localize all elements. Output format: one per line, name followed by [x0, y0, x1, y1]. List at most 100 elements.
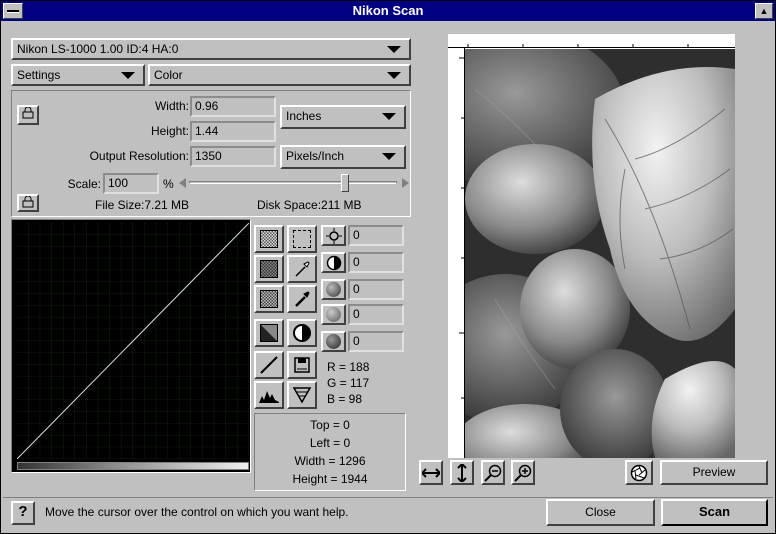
linear-curve-button[interactable] [254, 351, 284, 379]
scale-field[interactable]: 100 [103, 173, 159, 194]
aperture-button[interactable] [625, 460, 653, 485]
blue-readout: B = 98 [327, 392, 363, 406]
output-resolution-label: Output Resolution: [89, 149, 189, 163]
resolution-unit-dropdown[interactable]: Pixels/Inch [280, 145, 406, 169]
curve-panel [11, 219, 251, 473]
color-mode-label: Color [154, 68, 183, 82]
scan-button[interactable]: Scan [661, 499, 768, 526]
resolution-field[interactable]: 1350 [190, 146, 276, 167]
contrast-adjust-button[interactable] [321, 252, 346, 273]
green-readout: G = 117 [327, 376, 370, 390]
zoom-out-button[interactable] [481, 460, 505, 485]
zoom-in-button[interactable] [511, 460, 535, 485]
height-label: Height: [150, 124, 189, 138]
chevron-down-icon [382, 113, 396, 120]
blue-curve-button[interactable] [254, 319, 284, 347]
status-text: Move the cursor over the control on whic… [45, 505, 349, 519]
width-label: Width: [154, 99, 189, 113]
vertical-arrow-icon [457, 463, 467, 482]
crop-top-text: Top = 0 [310, 418, 350, 432]
slider-right-arrow[interactable] [402, 178, 409, 188]
settings-label: Settings [17, 68, 61, 82]
aperture-icon [630, 464, 648, 481]
brightness-value[interactable]: 0 [348, 225, 404, 246]
contrast-value[interactable]: 0 [348, 252, 404, 273]
slider-track [189, 181, 397, 184]
file-size-text: File Size:7.21 MB [95, 198, 190, 212]
resolution-unit-label: Pixels/Inch [286, 149, 345, 163]
funnel-icon [292, 387, 312, 404]
chevron-down-icon [387, 72, 401, 79]
brightness-icon [325, 227, 342, 244]
blue-value[interactable]: 0 [348, 331, 404, 352]
marquee-icon [293, 230, 311, 248]
green-curve-button[interactable] [254, 285, 284, 313]
texture-icon [260, 290, 278, 308]
help-button[interactable]: ? [11, 501, 35, 525]
settings-dropdown[interactable]: Settings [11, 64, 145, 86]
master-curve-button[interactable] [254, 225, 284, 253]
eyedropper-icon [295, 261, 310, 277]
percent-label: % [163, 177, 174, 191]
fit-height-button[interactable] [450, 460, 474, 485]
title-bar: Nikon Scan ▲ [1, 1, 775, 21]
fit-width-button[interactable] [419, 460, 443, 485]
ruler-ticks [459, 57, 465, 399]
close-button[interactable]: Close [546, 499, 655, 526]
scanned-image[interactable] [465, 49, 735, 458]
black-point-eyedropper[interactable] [287, 285, 317, 313]
save-curve-button[interactable] [287, 351, 317, 379]
color-mode-dropdown[interactable]: Color [148, 64, 411, 86]
unit-label: Inches [286, 109, 322, 123]
red-value[interactable]: 0 [348, 279, 404, 300]
crop-info-panel: Top = 0 Left = 0 Width = 1296 Height = 1… [254, 413, 406, 491]
tone-curve-graph[interactable] [17, 223, 249, 459]
sphere-icon [326, 334, 341, 349]
slider-left-arrow[interactable] [179, 178, 186, 188]
texture-icon [260, 230, 278, 248]
scale-slider[interactable] [179, 174, 409, 192]
device-label: Nikon LS-1000 1.00 ID:4 HA:0 [17, 42, 179, 56]
chevron-down-icon [121, 72, 135, 79]
crop-select-button[interactable] [287, 225, 317, 253]
width-field[interactable]: 0.96 [190, 96, 276, 117]
white-point-eyedropper[interactable] [287, 255, 317, 283]
sphere-icon [326, 307, 341, 322]
maximize-button[interactable]: ▲ [755, 3, 773, 19]
preview-area[interactable] [448, 34, 735, 458]
histogram-button[interactable] [254, 381, 284, 409]
gradient-bar [17, 462, 249, 470]
lock-icon [22, 195, 34, 208]
lock-scale-button[interactable] [17, 194, 39, 212]
zoom-in-icon [514, 464, 532, 482]
green-value[interactable]: 0 [348, 304, 404, 325]
histogram-icon [259, 391, 279, 403]
blue-balance-button[interactable] [321, 331, 346, 352]
line-icon [260, 356, 278, 374]
brightness-button[interactable] [321, 225, 346, 246]
crop-height-text: Height = 1944 [292, 472, 368, 486]
sphere-icon [326, 282, 341, 297]
chevron-down-icon [382, 153, 396, 160]
slider-thumb[interactable] [341, 174, 349, 192]
red-readout: R = 188 [327, 360, 370, 374]
height-field[interactable]: 1.44 [190, 121, 276, 142]
lock-icon [22, 106, 34, 119]
crop-left-text: Left = 0 [309, 436, 351, 450]
nikon-scan-window: Nikon Scan ▲ Nikon LS-1000 1.00 ID:4 HA:… [0, 0, 776, 534]
preview-button[interactable]: Preview [660, 460, 768, 485]
eyedropper-icon [295, 291, 310, 307]
texture-icon [260, 324, 278, 342]
contrast-button[interactable] [287, 319, 317, 347]
disk-icon [294, 357, 310, 373]
window-title: Nikon Scan [352, 3, 424, 18]
red-curve-button[interactable] [254, 255, 284, 283]
lock-aspect-button[interactable] [17, 105, 39, 125]
chevron-down-icon [387, 46, 401, 53]
disk-space-text: Disk Space:211 MB [257, 198, 362, 212]
load-curve-button[interactable] [287, 381, 317, 409]
unit-dropdown[interactable]: Inches [280, 105, 406, 129]
red-balance-button[interactable] [321, 279, 346, 300]
device-dropdown[interactable]: Nikon LS-1000 1.00 ID:4 HA:0 [11, 38, 411, 60]
green-balance-button[interactable] [321, 304, 346, 325]
